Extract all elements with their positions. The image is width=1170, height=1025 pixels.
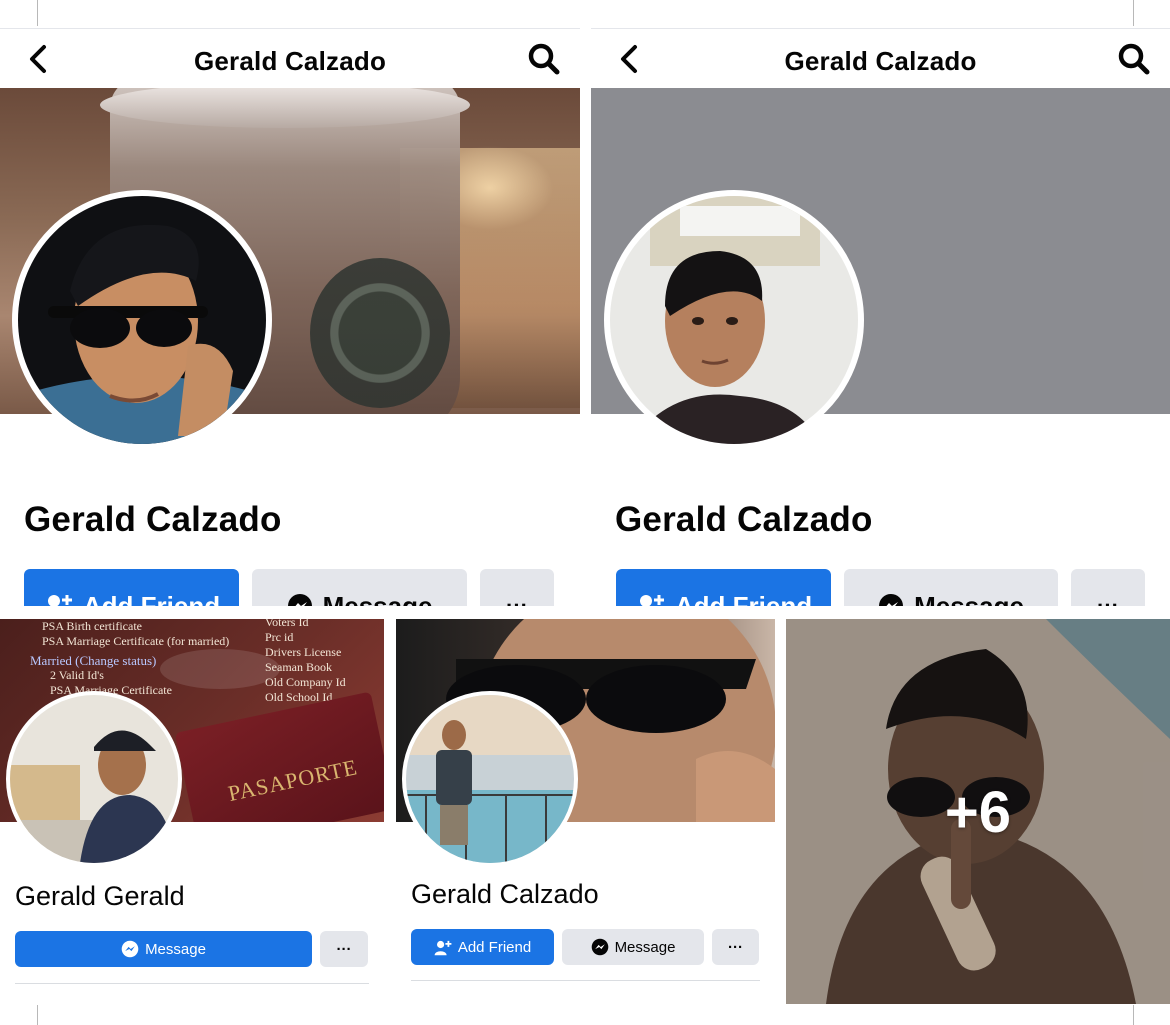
cover-text-line: PSA Birth certificate xyxy=(42,619,142,633)
message-label: Message xyxy=(322,590,433,607)
frame-guide-right-top xyxy=(1133,0,1134,26)
cover-text-line: Prc id xyxy=(265,630,294,644)
profile-name: Gerald Calzado xyxy=(24,500,282,539)
search-button[interactable] xyxy=(1116,41,1152,77)
message-label: Message xyxy=(145,940,206,958)
add-friend-label: Add Friend xyxy=(674,590,813,607)
add-friend-button[interactable]: Add Friend xyxy=(616,569,831,606)
more-photos-tile[interactable]: +6 xyxy=(786,619,1170,1004)
cover-requirements-list: PSA Birth certificate PSA Marriage Certi… xyxy=(30,619,229,698)
message-button[interactable]: Message xyxy=(252,569,467,606)
messenger-icon xyxy=(287,593,313,606)
add-person-icon xyxy=(43,592,73,606)
cover-text-line: Married (Change status) xyxy=(30,653,157,668)
messenger-icon xyxy=(878,593,904,606)
cover-text-line: PSA Marriage Certificate (for married) xyxy=(42,634,230,648)
nav-title: Gerald Calzado xyxy=(784,46,977,76)
profile-photo-cap-man xyxy=(10,695,178,863)
cover-text-line: 2 Valid Id's xyxy=(50,668,104,682)
profile-card-gerald-gerald: PSA Birth certificate PSA Marriage Certi… xyxy=(0,619,384,1004)
profile-picture[interactable] xyxy=(402,691,578,867)
cover-photo-cup-logo xyxy=(310,258,450,408)
top-nav-bar: Gerald Calzado xyxy=(591,28,1170,88)
more-button[interactable]: ··· xyxy=(1071,569,1145,606)
add-friend-button[interactable]: Add Friend xyxy=(411,929,554,965)
frame-guide-right-bottom xyxy=(1133,1005,1134,1025)
profile-photo-sunglasses-man xyxy=(18,196,266,444)
message-button[interactable]: Message xyxy=(15,931,312,967)
profile-photo-selfie-man xyxy=(610,196,858,444)
search-icon xyxy=(1118,43,1150,75)
cover-id-list: Voters Id Prc id Drivers License Seaman … xyxy=(265,619,346,705)
more-button[interactable]: ··· xyxy=(712,929,759,965)
add-friend-button[interactable]: Add Friend xyxy=(24,569,239,606)
cover-text-line: Voters Id xyxy=(265,619,309,629)
messenger-icon xyxy=(121,940,139,958)
profile-name: Gerald Calzado xyxy=(411,879,599,909)
profile-photo-mall-man xyxy=(406,695,574,863)
profile-name: Gerald Calzado xyxy=(615,500,873,539)
more-dots-icon: ··· xyxy=(728,938,743,956)
more-dots-icon: ··· xyxy=(336,940,352,958)
profile-name: Gerald Gerald xyxy=(15,881,185,911)
add-person-icon xyxy=(434,939,452,956)
cover-text-line: Drivers License xyxy=(265,645,342,659)
message-label: Message xyxy=(914,590,1024,607)
frame-guide-left-top xyxy=(37,0,38,26)
top-nav-bar: Gerald Calzado xyxy=(0,28,580,88)
cover-text-line: Seaman Book xyxy=(265,660,332,674)
message-button[interactable]: Message xyxy=(562,929,704,965)
divider xyxy=(15,983,369,984)
more-photos-count: +6 xyxy=(944,780,1012,845)
passport-image: PASAPORTE xyxy=(174,691,384,822)
passport-label: PASAPORTE xyxy=(225,754,360,806)
profile-card-gerald-calzado: Gerald Calzado Add Friend Message ··· xyxy=(396,619,775,1004)
add-person-icon xyxy=(635,592,665,606)
more-dots-icon: ··· xyxy=(506,593,528,606)
add-friend-label: Add Friend xyxy=(82,590,221,607)
profile-picture[interactable] xyxy=(604,190,864,450)
divider xyxy=(411,980,760,981)
message-button[interactable]: Message xyxy=(844,569,1058,606)
messenger-icon xyxy=(591,938,609,956)
more-button[interactable]: ··· xyxy=(480,569,554,606)
cover-text-line: Old Company Id xyxy=(265,675,346,689)
frame-guide-left-bottom xyxy=(37,1005,38,1025)
search-button[interactable] xyxy=(526,41,562,77)
profile-picture[interactable] xyxy=(12,190,272,450)
message-label: Message xyxy=(614,938,676,956)
search-icon xyxy=(528,43,560,75)
add-friend-label: Add Friend xyxy=(457,938,532,956)
more-dots-icon: ··· xyxy=(1097,593,1119,606)
more-button[interactable]: ··· xyxy=(320,931,368,967)
profile-picture[interactable] xyxy=(6,691,182,867)
nav-title: Gerald Calzado xyxy=(193,46,387,76)
